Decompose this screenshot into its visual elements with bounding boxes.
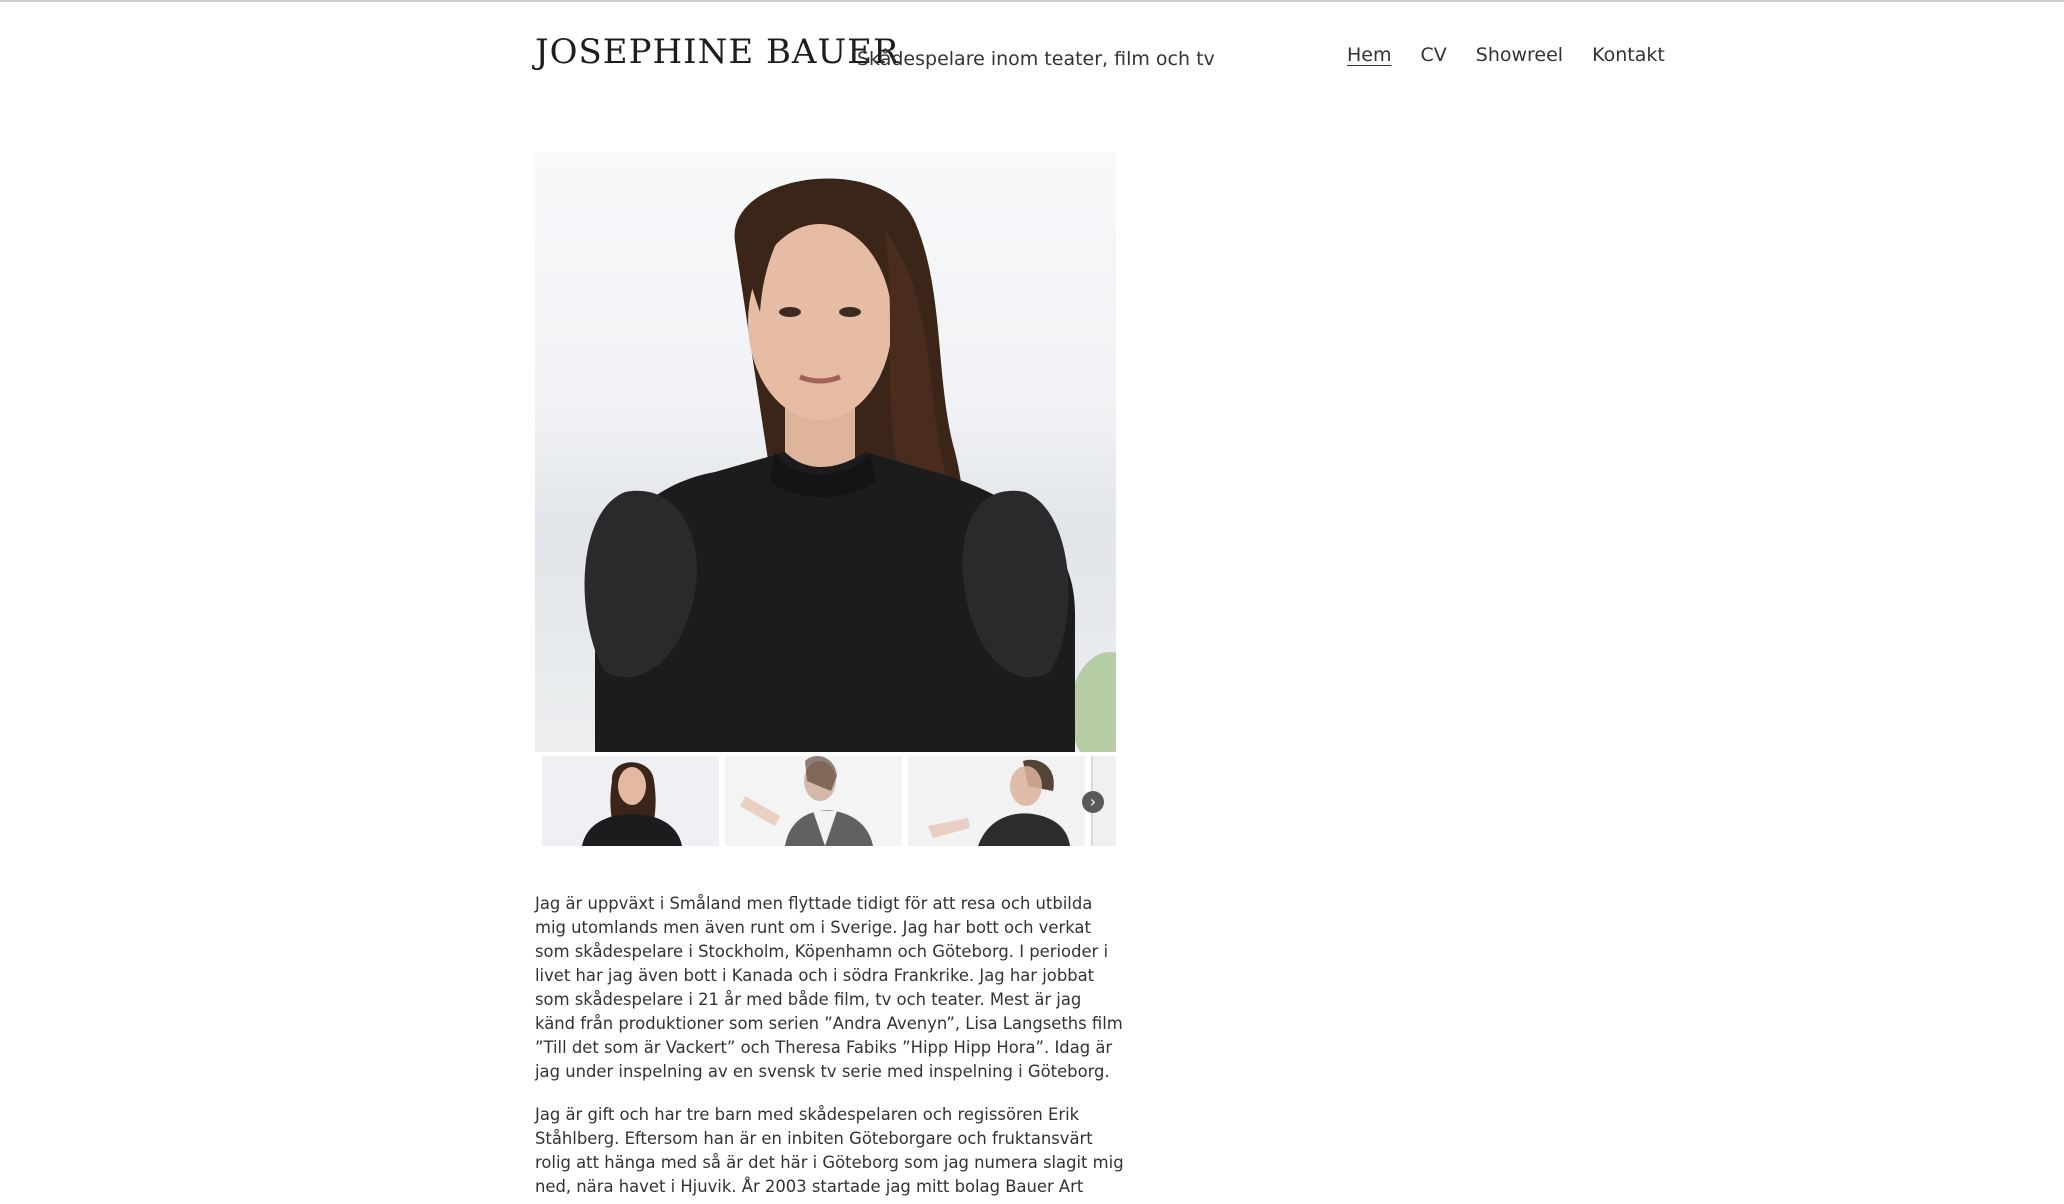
thumbnail-1[interactable]	[542, 756, 719, 846]
nav-item-hem[interactable]: Hem	[1347, 44, 1392, 66]
thumbnail-2[interactable]	[725, 756, 902, 846]
nav-item-cv[interactable]: CV	[1421, 44, 1447, 66]
bio-content: Jag är uppväxt i Småland men flyttade ti…	[535, 892, 1125, 1204]
nav-item-showreel[interactable]: Showreel	[1476, 44, 1563, 66]
site-title[interactable]: JOSEPHINE BAUER	[535, 32, 900, 72]
chevron-right-icon[interactable]: ›	[1082, 791, 1104, 813]
thumbnail-3[interactable]	[908, 756, 1085, 846]
thumbnail-strip	[535, 756, 1116, 846]
main-nav: Hem CV Showreel Kontakt	[1347, 44, 1665, 66]
nav-item-kontakt[interactable]: Kontakt	[1592, 44, 1665, 66]
site-tagline: Skådespelare inom teater, film och tv	[857, 48, 1215, 70]
top-rule	[0, 0, 2064, 2]
bio-paragraph-2: Jag är gift och har tre barn med skådesp…	[535, 1105, 1124, 1204]
main-portrait-photo[interactable]	[535, 152, 1116, 752]
bio-paragraph-1: Jag är uppväxt i Småland men flyttade ti…	[535, 894, 1123, 1081]
